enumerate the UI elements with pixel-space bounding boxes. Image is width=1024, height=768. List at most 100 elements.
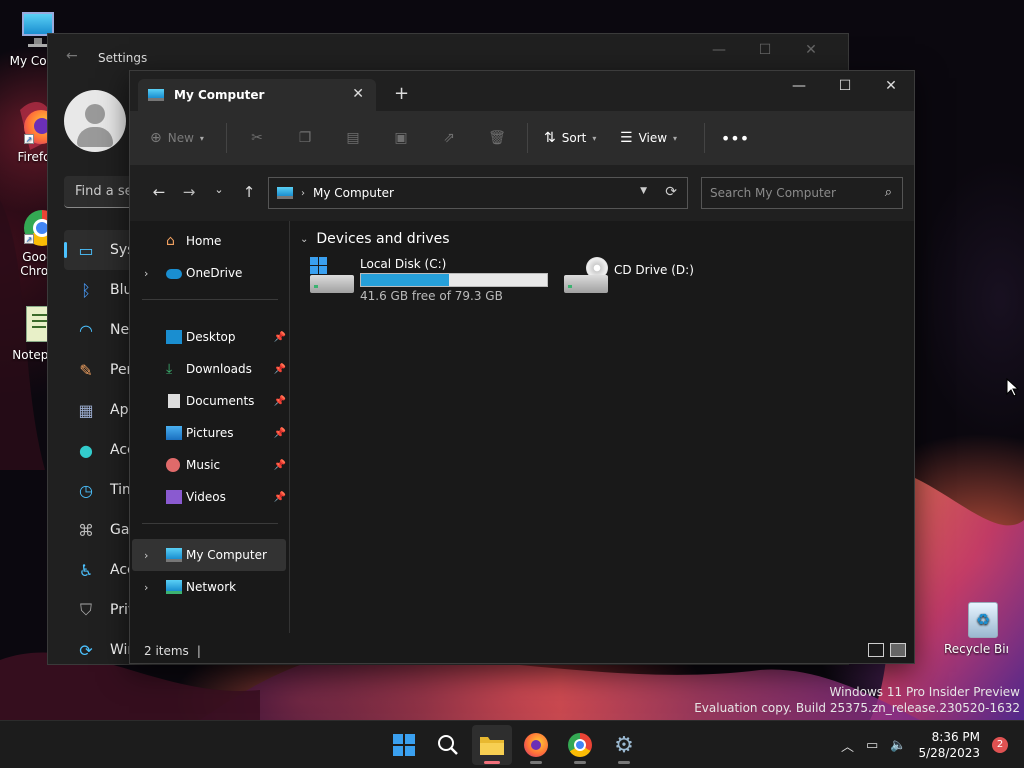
drive-free-space: 41.6 GB free of 79.3 GB xyxy=(360,289,503,303)
apps-icon: ▦ xyxy=(78,400,94,420)
music-icon xyxy=(166,458,180,472)
clock[interactable]: 8:36 PM 5/28/2023 xyxy=(918,729,980,761)
tab-close-icon[interactable]: ✕ xyxy=(352,86,364,102)
chevron-right-icon[interactable]: › xyxy=(144,267,148,280)
settings-titlebar[interactable]: ← Settings — ☐ ✕ xyxy=(48,34,848,74)
new-button[interactable]: ⊕ New ▾ xyxy=(150,123,220,153)
cloud-icon xyxy=(166,269,182,279)
nav-item-downloads[interactable]: ⤓ Downloads 📌 xyxy=(132,353,286,385)
pin-icon[interactable]: 📌 xyxy=(274,396,286,407)
clock-time: 8:36 PM xyxy=(931,730,980,744)
start-button[interactable] xyxy=(384,725,424,765)
breadcrumb-my-computer[interactable]: My Computer xyxy=(313,186,394,200)
person-icon: ● xyxy=(79,440,93,460)
user-avatar[interactable] xyxy=(64,90,126,152)
desktop-icon-recycle-bin[interactable]: ♻ Recycle Bin xyxy=(944,598,1008,656)
running-indicator xyxy=(618,761,630,764)
forward-arrow-icon[interactable]: → xyxy=(174,183,204,201)
chevron-up-icon[interactable]: ︿ xyxy=(841,736,854,755)
nav-item-desktop[interactable]: Desktop 📌 xyxy=(132,321,286,353)
cut-icon[interactable]: ✂ xyxy=(233,123,281,153)
nav-item-label: Pictures xyxy=(186,426,234,440)
maximize-icon[interactable]: ☐ xyxy=(822,71,868,101)
view-button[interactable]: ☰ View ▾ xyxy=(614,123,698,153)
back-arrow-icon[interactable]: ← xyxy=(66,48,78,64)
share-icon[interactable]: ⇗ xyxy=(425,123,473,153)
refresh-icon[interactable]: ⟳ xyxy=(665,184,677,200)
nav-item-pictures[interactable]: Pictures 📌 xyxy=(132,417,286,449)
up-arrow-icon[interactable]: ↑ xyxy=(234,183,264,201)
pin-icon[interactable]: 📌 xyxy=(274,428,286,439)
new-tab-icon[interactable]: + xyxy=(394,83,409,104)
copy-icon[interactable]: ❐ xyxy=(281,123,329,153)
search-icon xyxy=(438,735,458,755)
drive-usage-fill xyxy=(361,274,450,286)
taskbar-chrome[interactable] xyxy=(560,725,600,765)
drive-name: CD Drive (D:) xyxy=(614,263,694,277)
details-view-icon[interactable] xyxy=(868,643,884,657)
large-icons-view-icon[interactable] xyxy=(890,643,906,657)
tab-title: My Computer xyxy=(174,88,265,102)
nav-item-documents[interactable]: Documents 📌 xyxy=(132,385,286,417)
chevron-right-icon[interactable]: › xyxy=(144,581,148,594)
maximize-icon[interactable]: ☐ xyxy=(742,42,788,58)
nav-item-onedrive[interactable]: › OneDrive xyxy=(132,257,286,289)
nav-item-label: OneDrive xyxy=(186,266,243,280)
close-icon[interactable]: ✕ xyxy=(868,71,914,101)
nav-item-network[interactable]: › Network xyxy=(132,571,286,603)
recent-locations-icon[interactable]: ⌄ xyxy=(204,183,234,201)
taskbar-settings[interactable]: ⚙ xyxy=(604,725,644,765)
nav-item-label: Music xyxy=(186,458,221,472)
taskbar-search-button[interactable] xyxy=(428,725,468,765)
clock-icon: ◷ xyxy=(79,480,93,500)
rename-icon[interactable]: ▣ xyxy=(377,123,425,153)
nav-item-home[interactable]: ⌂ Home xyxy=(132,225,286,257)
network-icon xyxy=(166,580,182,594)
volume-icon[interactable]: 🔈 xyxy=(890,738,906,753)
pin-icon[interactable]: 📌 xyxy=(274,332,286,343)
nav-item-my-computer[interactable]: › My Computer xyxy=(132,539,286,571)
pin-icon[interactable]: 📌 xyxy=(274,492,286,503)
drive-local-disk-c[interactable]: Local Disk (C:) 41.6 GB free of 79.3 GB xyxy=(310,257,548,303)
document-icon xyxy=(168,394,180,408)
taskbar-file-explorer[interactable] xyxy=(472,725,512,765)
close-icon[interactable]: ✕ xyxy=(788,42,834,58)
network-status-icon[interactable]: ▭ xyxy=(866,738,878,753)
minimize-icon[interactable]: — xyxy=(696,42,742,58)
paste-icon[interactable]: ▤ xyxy=(329,123,377,153)
new-label: New xyxy=(167,131,194,145)
address-bar[interactable]: › My Computer ▼ ⟳ xyxy=(268,177,688,209)
nav-item-music[interactable]: Music 📌 xyxy=(132,449,286,481)
nav-item-label: Network xyxy=(186,580,237,594)
chevron-down-icon[interactable]: ▼ xyxy=(640,186,647,196)
notification-badge[interactable]: 2 xyxy=(992,737,1008,753)
chevron-down-icon[interactable]: ⌄ xyxy=(300,234,308,245)
nav-item-videos[interactable]: Videos 📌 xyxy=(132,481,286,513)
drive-cd-d[interactable]: CD Drive (D:) xyxy=(564,257,694,297)
section-devices-and-drives[interactable]: ⌄ Devices and drives xyxy=(300,231,450,247)
folder-icon xyxy=(480,737,504,755)
breadcrumb-chevron-icon: › xyxy=(301,187,305,199)
taskbar: ⚙ ︿ ▭ 🔈 8:36 PM 5/28/2023 2 xyxy=(0,720,1024,768)
explorer-tabbar[interactable]: My Computer ✕ + — ☐ ✕ xyxy=(130,71,914,111)
sort-button[interactable]: ⇅ Sort ▾ xyxy=(534,123,614,153)
running-indicator xyxy=(530,761,542,764)
more-options-icon[interactable]: ••• xyxy=(711,123,759,153)
settings-title: Settings xyxy=(98,51,148,65)
pin-icon[interactable]: 📌 xyxy=(274,364,286,375)
tab-my-computer[interactable]: My Computer ✕ xyxy=(138,79,376,111)
chevron-right-icon[interactable]: › xyxy=(144,549,148,562)
clock-date: 5/28/2023 xyxy=(918,746,980,760)
system-tray: ︿ ▭ 🔈 8:36 PM 5/28/2023 2 xyxy=(841,721,1008,768)
pin-icon[interactable]: 📌 xyxy=(274,460,286,471)
file-explorer-window[interactable]: My Computer ✕ + — ☐ ✕ ⊕ New ▾ ✂ ❐ ▤ ▣ ⇗ … xyxy=(129,70,915,664)
nav-item-label: Downloads xyxy=(186,362,252,376)
picture-icon xyxy=(166,426,182,440)
monitor-icon: ▭ xyxy=(78,240,94,260)
delete-icon[interactable]: 🗑 xyxy=(473,123,521,153)
search-input[interactable]: Search My Computer ⌕ xyxy=(701,177,903,209)
minimize-icon[interactable]: — xyxy=(776,71,822,101)
back-arrow-icon[interactable]: ← xyxy=(144,183,174,201)
taskbar-firefox[interactable] xyxy=(516,725,556,765)
drive-usage-bar xyxy=(360,273,548,287)
